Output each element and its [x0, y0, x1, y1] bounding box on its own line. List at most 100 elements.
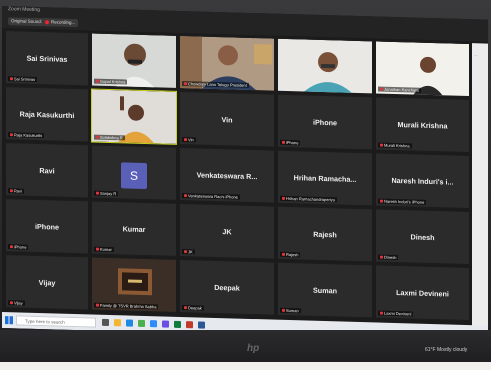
mic-muted-icon [10, 189, 13, 193]
powerpoint-icon[interactable] [186, 321, 193, 329]
mic-muted-icon [380, 311, 383, 316]
participant-tile[interactable]: iPhone iPhone [5, 198, 89, 255]
side-panel: ··· [472, 43, 488, 334]
participant-name: iPhone [313, 117, 337, 128]
participant-label: iPhone [8, 244, 29, 250]
participant-tile-video[interactable]: Jonathan Kanchara [375, 40, 470, 98]
mic-muted-icon [96, 192, 99, 196]
word-icon[interactable] [198, 321, 205, 329]
participant-tile[interactable]: Venkateswara R... Venkateswara Rao's iPh… [179, 146, 275, 204]
participant-name: Vin [221, 114, 233, 125]
mic-muted-icon [10, 245, 13, 249]
windows-start-icon[interactable] [5, 316, 13, 325]
monitor: Zoom Meeting Original Sound: Off Recordi… [0, 0, 491, 370]
mic-muted-icon [282, 309, 285, 313]
edge-icon[interactable] [126, 319, 133, 327]
mic-muted-icon [282, 141, 285, 145]
participant-name: JK [222, 226, 232, 237]
participant-name: Suman [313, 285, 337, 296]
participant-label: Dinesh [378, 254, 399, 261]
participant-name: Murali Krishna [397, 119, 448, 131]
participant-name: Rajesh [313, 229, 337, 240]
participant-name: Laxmi Devineni [396, 287, 449, 299]
participant-label: Rajesh [280, 251, 301, 258]
participant-tile[interactable]: Hrihan Ramacha... Hrihan Ramachandraperi… [277, 149, 373, 207]
participant-name: Venkateswara R... [196, 170, 258, 181]
participant-tile[interactable]: Laxmi Devineni Laxmi Devineni [375, 264, 470, 322]
mic-muted-icon [10, 133, 13, 137]
participant-name: Ravi [39, 165, 55, 176]
zoom-window: Zoom Meeting Original Sound: Off Recordi… [2, 6, 488, 342]
mic-muted-icon [10, 77, 13, 81]
participant-name: iPhone [35, 221, 59, 232]
participant-tile[interactable]: Vijay Vijay [5, 254, 89, 311]
participant-tile[interactable]: JK JK [179, 202, 275, 260]
participant-label: Naresh Induri's iPhone [378, 198, 427, 205]
taskbar-search[interactable]: Type here to search [16, 315, 96, 328]
excel-icon[interactable] [174, 320, 181, 328]
participant-tile[interactable]: Deepak Deepak [179, 258, 275, 316]
participant-name: Sai Srinivas [26, 53, 68, 64]
mic-muted-icon [380, 199, 383, 204]
participant-label: Vin [182, 137, 196, 143]
participant-name: Kumar [122, 224, 146, 234]
participant-label: JK [182, 249, 195, 255]
participant-name: Deepak [214, 282, 240, 293]
recording-indicator[interactable]: Recording... [42, 18, 79, 28]
participant-tile[interactable]: Sai Srinivas Sai Srinivas [5, 30, 89, 87]
participant-name: Vijay [38, 277, 56, 288]
participant-tile[interactable]: Vin Vin [179, 90, 275, 148]
participant-tile[interactable]: Suman Suman [277, 261, 373, 319]
participant-tile[interactable]: Rajesh Rajesh [277, 205, 373, 263]
participant-label: iPhone [280, 139, 301, 146]
participant-label: Murali Krishna [378, 142, 412, 149]
participant-label: Vijay [8, 300, 25, 306]
weather-widget[interactable]: 61°F Mostly cloudy [425, 347, 467, 353]
mic-muted-icon [10, 301, 13, 305]
recording-label: Recording... [51, 19, 76, 26]
mic-muted-icon [380, 255, 383, 260]
avatar: S [121, 161, 147, 189]
record-icon [45, 20, 49, 25]
participant-grid: Sai Srinivas Sai Srinivas Gopal Krishna [5, 30, 470, 333]
mic-muted-icon [282, 253, 285, 257]
zoom-icon[interactable] [150, 320, 157, 328]
search-placeholder: Type here to search [25, 318, 65, 325]
mic-muted-icon [96, 304, 99, 308]
participant-tile[interactable]: Ravi Ravi [5, 142, 89, 199]
participant-video [278, 38, 373, 95]
file-explorer-icon[interactable] [114, 319, 121, 327]
participant-label: Suman [280, 307, 301, 314]
side-panel-text: ··· [474, 53, 478, 58]
participant-label: Sanjay R [94, 190, 119, 197]
active-speaker-tile[interactable]: Sulakshna R [91, 88, 177, 145]
desk-surface [0, 362, 491, 370]
participant-label: Laxmi Devineni [378, 310, 414, 317]
participant-tile[interactable]: Naresh Induri's i... Naresh Induri's iPh… [375, 152, 470, 210]
participant-label: Venkateswara Rao's iPhone [182, 193, 240, 200]
participant-label: Hrihan Ramachandraperiyu [280, 195, 337, 203]
participant-tile[interactable]: Raja Kasukurthi Raja Kasukurthi [5, 86, 89, 143]
participant-label: Deepak [182, 305, 204, 311]
participant-tile-video[interactable]: Gopal Krishna [91, 32, 177, 89]
chrome-icon[interactable] [138, 319, 145, 327]
mic-muted-icon [282, 197, 285, 201]
participant-tile[interactable]: Dinesh Dinesh [375, 208, 470, 266]
mic-muted-icon [96, 248, 99, 252]
participant-name: Dinesh [410, 232, 435, 242]
participant-tile[interactable]: Murali Krishna Murali Krishna [375, 96, 470, 154]
participant-label: Gopal Krishna [94, 78, 128, 85]
participant-label: Sai Srinivas [8, 76, 38, 82]
participant-tile[interactable]: iPhone iPhone [277, 93, 373, 151]
participant-tile[interactable]: Kumar Kumar [91, 200, 177, 257]
task-view-icon[interactable] [102, 318, 109, 326]
mic-muted-icon [96, 136, 99, 140]
mic-muted-icon [184, 138, 187, 142]
participant-tile-video[interactable]: Family @ TSVR Brahma Sabha [91, 256, 177, 313]
participant-tile-video[interactable] [277, 37, 373, 95]
teams-icon[interactable] [162, 320, 169, 328]
mic-muted-icon [184, 250, 187, 254]
participant-tile-video[interactable]: Chowdary Lanu Telugu President [179, 34, 275, 92]
window-title: Zoom Meeting [8, 6, 40, 14]
participant-tile[interactable]: S Sanjay R [91, 144, 177, 201]
